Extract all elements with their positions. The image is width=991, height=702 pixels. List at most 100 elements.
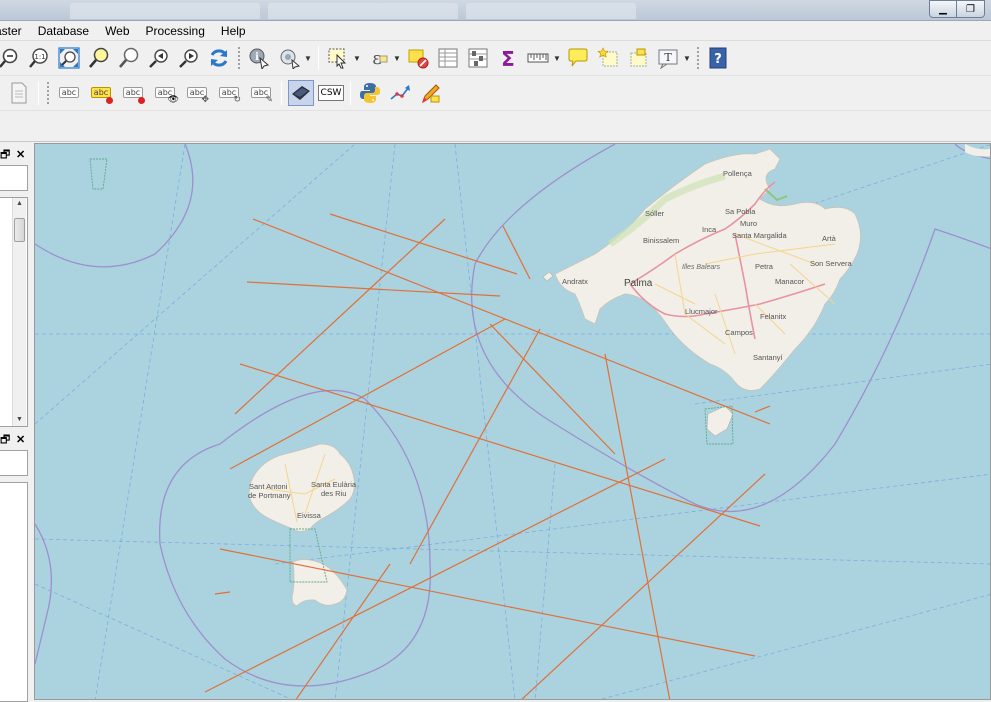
menu-processing[interactable]: Processing xyxy=(138,21,213,41)
deselect-icon xyxy=(408,49,429,69)
left-dock: 🗗 ✕ ▲ ▼ 🗗 ✕ xyxy=(0,143,30,702)
red-dot-icon xyxy=(106,96,113,104)
menu-help[interactable]: Help xyxy=(213,21,254,41)
zoom-full-icon xyxy=(58,47,80,69)
zoom-out-button[interactable] xyxy=(0,45,22,71)
toolbar-separator xyxy=(350,80,351,105)
field-calculator-button[interactable] xyxy=(465,45,491,71)
blurred-tab xyxy=(268,3,458,19)
toolbar-grip[interactable] xyxy=(237,46,241,70)
move-label-button[interactable]: abc ✥ xyxy=(183,80,211,106)
measure-line-button[interactable] xyxy=(525,45,551,71)
annotation-dropdown[interactable]: ▼ xyxy=(683,45,691,71)
zoom-next-button[interactable] xyxy=(176,45,202,71)
zoom-last-button[interactable] xyxy=(146,45,172,71)
label-abc-icon: abc xyxy=(58,87,80,98)
toolbar-grip[interactable] xyxy=(46,80,50,105)
svg-text:Σ: Σ xyxy=(501,47,515,69)
zoom-full-button[interactable] xyxy=(56,45,82,71)
map-tips-toggle-button[interactable] xyxy=(565,45,591,71)
new-print-layout-button[interactable] xyxy=(6,80,32,106)
python-console-button[interactable] xyxy=(357,80,383,106)
select-features-button[interactable] xyxy=(325,45,351,71)
change-label-button[interactable]: abc ✎ xyxy=(247,80,275,106)
label-campos: Campos xyxy=(725,328,753,337)
expression-dropdown[interactable]: ▼ xyxy=(393,45,401,71)
layers-scrollbar[interactable]: ▲ ▼ xyxy=(12,198,26,426)
svg-text:T: T xyxy=(664,51,672,64)
metasearch-button[interactable] xyxy=(288,79,314,106)
map-tips-button[interactable] xyxy=(276,45,302,71)
close-panel-icon[interactable]: ✕ xyxy=(16,433,25,447)
label-sant-antoni-2: de Portmany xyxy=(248,491,291,500)
zoom-native-resolution-button[interactable]: 1:1 xyxy=(26,45,52,71)
text-annotation-icon: T xyxy=(658,49,678,69)
minimize-button[interactable]: ▁ xyxy=(929,0,957,18)
shapefile-tool-button[interactable] xyxy=(417,80,443,106)
speech-bubble-icon xyxy=(568,48,588,67)
rotate-label-button[interactable]: abc ↻ xyxy=(215,80,243,106)
text-annotation-button[interactable]: T xyxy=(655,45,681,71)
scroll-thumb[interactable] xyxy=(14,218,25,242)
pin-labels-button[interactable]: abc xyxy=(119,80,147,106)
float-panel-icon[interactable]: 🗗 xyxy=(0,433,10,447)
field-calculator-icon xyxy=(468,48,488,68)
layers-panel-titlebar: 🗗 ✕ xyxy=(0,145,30,165)
window-controls: ▁ ❐ xyxy=(929,0,985,18)
select-by-expression-button[interactable]: ε xyxy=(365,45,391,71)
label-petra: Petra xyxy=(755,262,774,271)
label-santa-eulalia-1: Santa Eulària xyxy=(311,480,357,489)
close-panel-icon[interactable]: ✕ xyxy=(16,148,25,162)
label-santanyi: Santanyí xyxy=(753,353,784,362)
eye-icon: 👁 xyxy=(167,93,179,104)
label-andratx: Andratx xyxy=(562,277,588,286)
help-button[interactable]: ? xyxy=(705,45,731,71)
edit-label-icon: ✎ xyxy=(265,93,273,104)
label-sant-antoni-1: Sant Antoni xyxy=(249,482,288,491)
label-binissalem: Binissalem xyxy=(643,236,679,245)
zoom-to-selection-button[interactable] xyxy=(86,45,112,71)
statistical-summary-button[interactable]: Σ xyxy=(495,45,521,71)
label-santa-eulalia-2: des Riu xyxy=(321,489,346,498)
csw-button[interactable]: CSW xyxy=(317,80,345,106)
georeferencer-icon xyxy=(390,84,410,100)
layer-diagram-button[interactable]: abc xyxy=(87,80,115,106)
label-muro: Muro xyxy=(740,219,757,228)
svg-text:?: ? xyxy=(714,52,722,67)
svg-text:i: i xyxy=(255,52,259,63)
menu-database[interactable]: Database xyxy=(30,21,97,41)
refresh-button[interactable] xyxy=(206,45,232,71)
layer-labeling-button[interactable]: abc xyxy=(55,80,83,106)
menu-bar: aster Database Web Processing Help xyxy=(0,21,991,41)
scroll-up-icon[interactable]: ▲ xyxy=(13,198,26,210)
minimize-icon: ▁ xyxy=(939,3,947,15)
menu-raster[interactable]: aster xyxy=(0,21,30,41)
restore-button[interactable]: ❐ xyxy=(957,0,985,18)
expression-epsilon-icon: ε xyxy=(372,48,388,69)
georeferencer-button[interactable] xyxy=(387,80,413,106)
toolbar-grip[interactable] xyxy=(696,46,700,70)
map-tips-icon xyxy=(280,49,300,69)
label-pollenca: Pollença xyxy=(723,169,753,178)
zoom-out-icon xyxy=(0,48,18,68)
show-bookmarks-button[interactable] xyxy=(625,45,651,71)
deselect-all-button[interactable] xyxy=(405,45,431,71)
measure-dropdown[interactable]: ▼ xyxy=(553,45,561,71)
float-panel-icon[interactable]: 🗗 xyxy=(0,148,10,162)
blurred-tab xyxy=(70,3,260,19)
identify-features-button[interactable]: i xyxy=(246,45,272,71)
toolbar-separator xyxy=(318,46,319,70)
select-features-dropdown[interactable]: ▼ xyxy=(353,45,361,71)
label-plugin-toolbar: abc abc abc abc 👁 abc ✥ abc ↻ abc ✎ CSW xyxy=(0,75,991,109)
bookmark-star-icon xyxy=(597,47,618,67)
map-tips-dropdown[interactable]: ▼ xyxy=(304,45,312,71)
attribute-table-button[interactable] xyxy=(435,45,461,71)
zoom-to-layer-button[interactable] xyxy=(116,45,142,71)
title-bar: ▁ ❐ xyxy=(0,0,991,21)
pencil-shape-icon xyxy=(422,83,440,103)
map-canvas[interactable]: Pollença Sóller Sa Pobla Muro Inca Binis… xyxy=(34,143,991,700)
menu-web[interactable]: Web xyxy=(97,21,137,41)
show-hide-labels-button[interactable]: abc 👁 xyxy=(151,80,179,106)
scroll-down-icon[interactable]: ▼ xyxy=(13,414,26,426)
new-bookmark-button[interactable] xyxy=(595,45,621,71)
